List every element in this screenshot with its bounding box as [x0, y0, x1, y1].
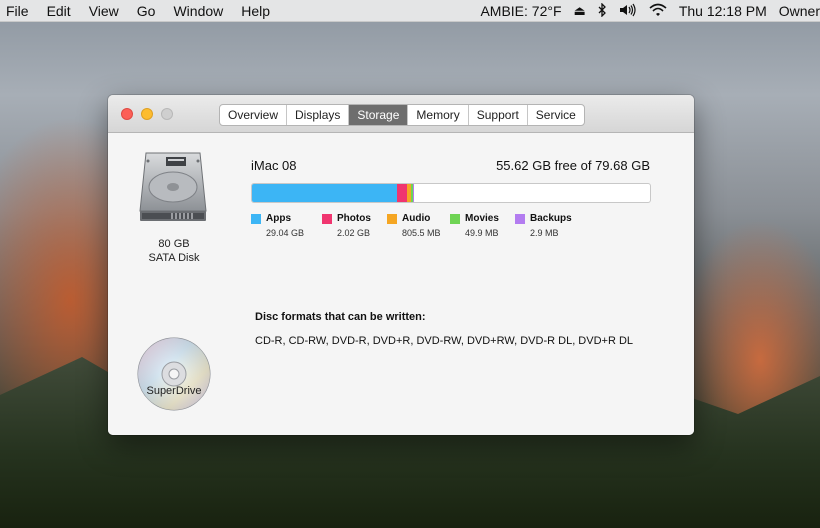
menu-view[interactable]: View	[80, 3, 128, 19]
legend-size: 2.02 GB	[337, 228, 371, 238]
tab-memory[interactable]: Memory	[408, 105, 469, 125]
tab-storage[interactable]: Storage	[349, 105, 409, 125]
legend-label: Photos	[337, 213, 371, 224]
storage-legend: Apps 29.04 GB Photos 2.02 GB Audio 805.5…	[251, 213, 583, 238]
volume-free-space: 55.62 GB free of 79.68 GB	[496, 158, 650, 173]
legend-label: Movies	[465, 213, 499, 224]
clock[interactable]: Thu 12:18 PM	[679, 3, 767, 19]
legend-backups: Backups 2.9 MB	[515, 213, 575, 238]
legend-movies: Movies 49.9 MB	[450, 213, 507, 238]
usage-segment-photos[interactable]	[397, 184, 408, 202]
legend-audio: Audio 805.5 MB	[387, 213, 442, 238]
legend-size: 29.04 GB	[266, 228, 305, 238]
disc-formats-heading: Disc formats that can be written:	[255, 311, 426, 323]
eject-icon[interactable]: ⏏	[574, 3, 586, 19]
usage-segment-apps[interactable]	[252, 184, 398, 202]
legend-swatch	[450, 213, 460, 224]
legend-size: 805.5 MB	[402, 228, 441, 238]
hard-disk-icon	[139, 152, 207, 221]
disc-formats-list: CD-R, CD-RW, DVD-R, DVD+R, DVD-RW, DVD+R…	[255, 335, 634, 347]
legend-size: 2.9 MB	[530, 228, 559, 238]
menu-file[interactable]: File	[0, 3, 38, 19]
tab-service[interactable]: Service	[528, 105, 584, 125]
wifi-icon[interactable]	[649, 3, 667, 20]
legend-swatch	[251, 213, 261, 224]
legend-swatch	[387, 213, 397, 224]
legend-label: Backups	[530, 213, 572, 224]
user-menu[interactable]: Owner	[779, 3, 820, 19]
usage-segment-backups[interactable]	[412, 184, 415, 202]
legend-swatch	[515, 213, 525, 224]
about-this-mac-window: Overview Displays Storage Memory Support…	[108, 95, 694, 435]
ambie-status[interactable]: AMBIE: 72°F	[480, 3, 561, 19]
legend-label: Audio	[402, 213, 431, 224]
storage-pane: 80 GB SATA Disk iMac 08 55.62 GB free of…	[108, 133, 694, 435]
legend-photos: Photos 2.02 GB	[322, 213, 379, 238]
disk-type: SATA Disk	[148, 252, 200, 264]
close-button[interactable]	[121, 108, 133, 120]
bluetooth-icon[interactable]	[598, 1, 607, 20]
menu-window[interactable]: Window	[164, 3, 232, 19]
disk-size: 80 GB	[158, 238, 190, 250]
legend-size: 49.9 MB	[465, 228, 499, 238]
tab-overview[interactable]: Overview	[220, 105, 288, 125]
storage-usage-bar[interactable]	[251, 183, 651, 203]
legend-swatch	[322, 213, 332, 224]
legend-label: Apps	[266, 213, 291, 224]
menu-edit[interactable]: Edit	[38, 3, 80, 19]
cd-disc-icon	[137, 337, 211, 411]
disk-label: 80 GB SATA Disk	[126, 237, 222, 265]
volume-icon[interactable]	[619, 3, 637, 20]
menu-bar-status: AMBIE: 72°F ⏏ Thu 12:18 PM Owner	[468, 0, 820, 22]
tab-displays[interactable]: Displays	[287, 105, 350, 125]
volume-name: iMac 08	[251, 158, 297, 173]
legend-apps: Apps 29.04 GB	[251, 213, 314, 238]
menu-go[interactable]: Go	[128, 3, 165, 19]
window-titlebar[interactable]: Overview Displays Storage Memory Support…	[108, 95, 694, 133]
zoom-button[interactable]	[161, 108, 173, 120]
minimize-button[interactable]	[141, 108, 153, 120]
drive-label: SuperDrive	[146, 385, 202, 397]
tab-bar: Overview Displays Storage Memory Support…	[219, 104, 585, 126]
menu-help[interactable]: Help	[232, 3, 279, 19]
tab-support[interactable]: Support	[469, 105, 528, 125]
